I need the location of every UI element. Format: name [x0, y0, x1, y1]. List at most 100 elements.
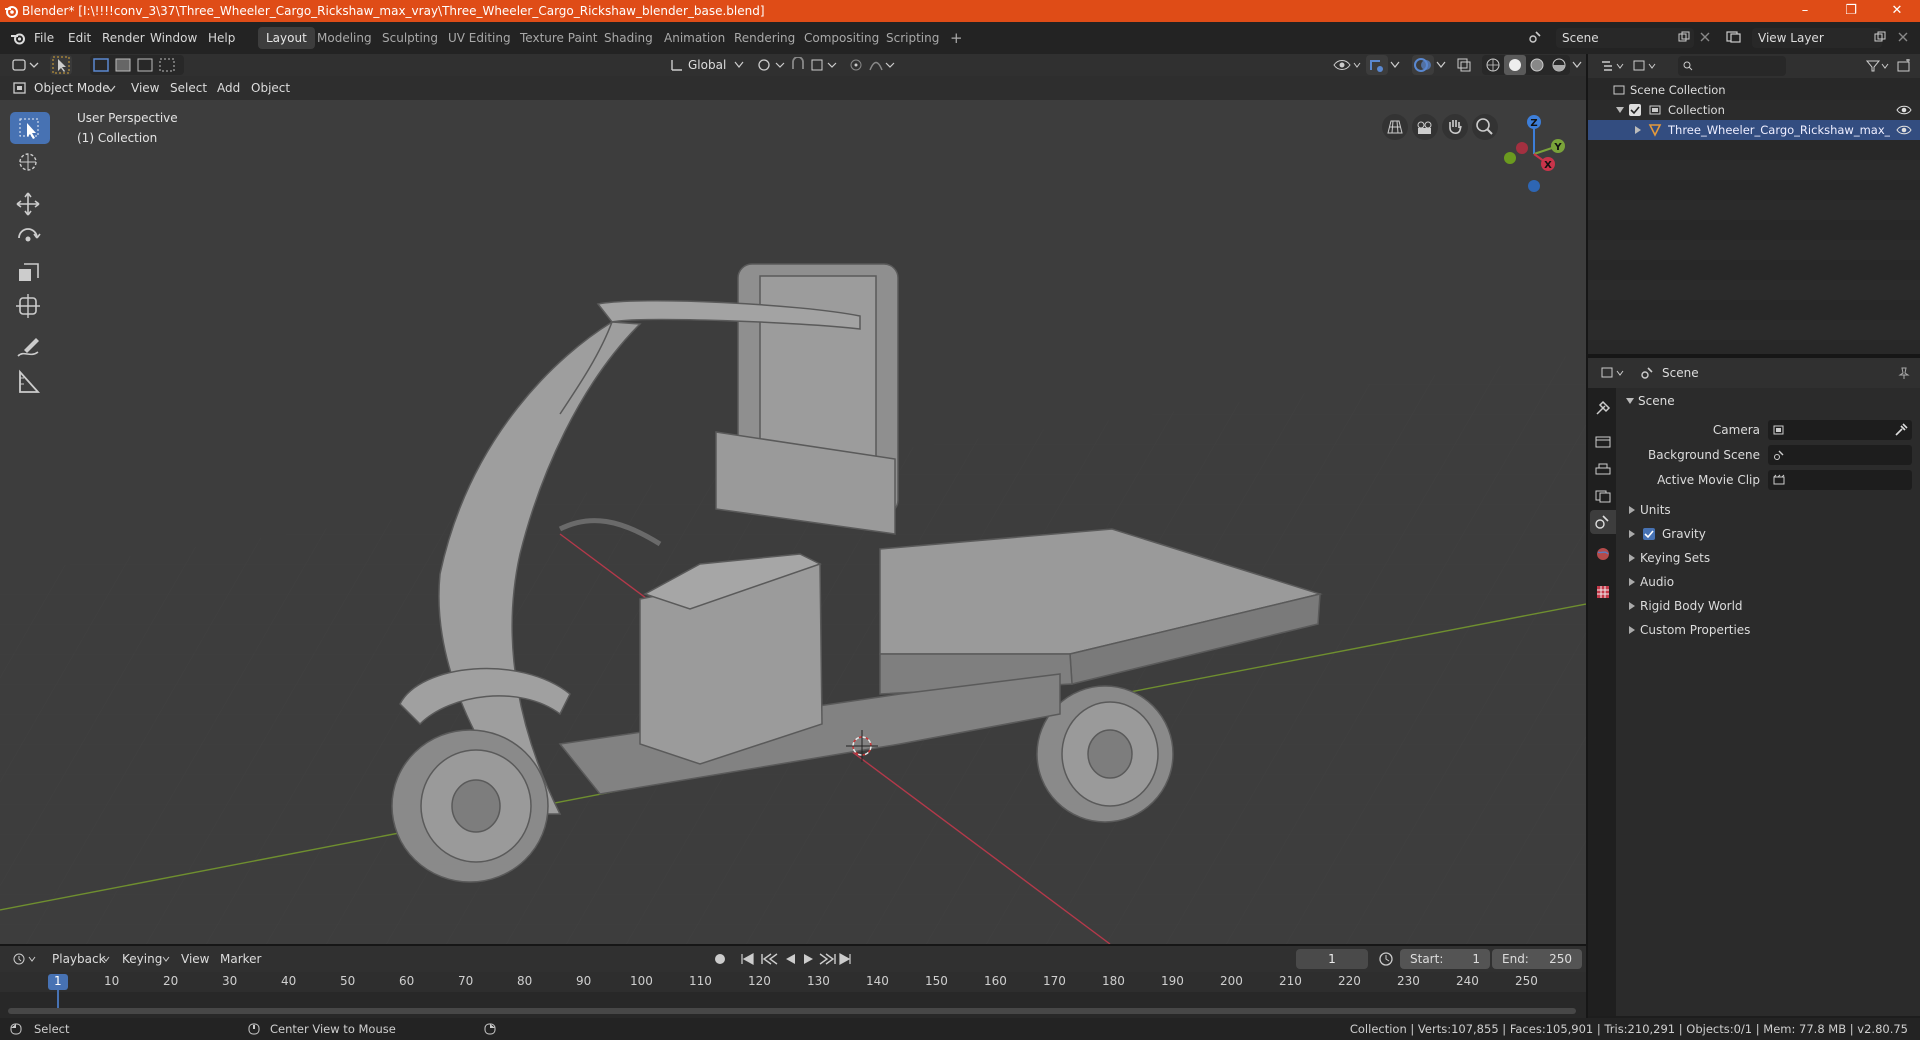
maximize-button[interactable]: ❐: [1828, 0, 1874, 22]
eyedropper-icon[interactable]: [1894, 423, 1908, 437]
filter-icon[interactable]: [1866, 59, 1890, 73]
proportional-editing-icon[interactable]: [848, 57, 898, 73]
gizmo-neg-x-axis[interactable]: [1516, 142, 1528, 154]
move-tool[interactable]: [10, 188, 50, 220]
add-workspace-button[interactable]: +: [942, 27, 971, 49]
menu-help[interactable]: Help: [208, 22, 235, 54]
outliner-row-object[interactable]: Three_Wheeler_Cargo_Rickshaw_max_conv: [1588, 120, 1920, 140]
3d-viewport[interactable]: Global Object Mode View Select Add Objec…: [0, 54, 1586, 944]
tab-layout[interactable]: Layout: [258, 27, 315, 49]
menu-window[interactable]: Window: [150, 22, 197, 54]
chevron-down-icon[interactable]: [1572, 61, 1582, 69]
pin-icon[interactable]: [1898, 367, 1910, 379]
scene-tab[interactable]: [1590, 510, 1616, 534]
tab-modeling[interactable]: Modeling: [309, 27, 380, 49]
tab-shading[interactable]: Shading: [596, 27, 661, 49]
zoom-view-button[interactable]: [1472, 114, 1498, 140]
eye-icon[interactable]: [1896, 104, 1912, 116]
copy-scene-icon[interactable]: [1678, 31, 1690, 43]
viewport-menu-select[interactable]: Select: [170, 78, 207, 98]
eye-icon[interactable]: [1896, 124, 1912, 136]
tab-animation[interactable]: Animation: [656, 27, 733, 49]
timeline-menu-marker[interactable]: Marker: [220, 949, 261, 969]
pan-view-button[interactable]: [1442, 114, 1468, 140]
cursor-tool[interactable]: [10, 146, 50, 178]
gizmo-neg-y-axis[interactable]: [1504, 152, 1516, 164]
tab-scripting[interactable]: Scripting: [878, 27, 947, 49]
custom-properties-panel[interactable]: Custom Properties: [1628, 619, 1918, 641]
editor-type-icon[interactable]: [12, 58, 40, 72]
viewport-menu-add[interactable]: Add: [217, 78, 240, 98]
active-movie-clip-field[interactable]: [1768, 470, 1912, 490]
mode-dropdown[interactable]: Object Mode: [34, 78, 110, 98]
prev-keyframe-icon[interactable]: [761, 953, 778, 965]
start-frame-field[interactable]: Start: 1: [1400, 949, 1490, 969]
gizmo-toggle-button[interactable]: [1366, 55, 1388, 75]
camera-field[interactable]: [1768, 420, 1912, 440]
viewport-menu-view[interactable]: View: [131, 78, 159, 98]
checkbox-icon[interactable]: [1628, 103, 1642, 117]
timeline-menu-playback[interactable]: Playback: [52, 949, 106, 969]
new-collection-icon[interactable]: [1896, 59, 1912, 73]
playback-controls[interactable]: [712, 951, 852, 967]
selection-mode-group[interactable]: [90, 55, 184, 75]
timeline-scrollbar[interactable]: [8, 1008, 1576, 1014]
outliner-editor-icon[interactable]: [1600, 59, 1626, 73]
minimize-button[interactable]: –: [1782, 0, 1828, 22]
display-mode-icon[interactable]: [1632, 59, 1658, 73]
world-tab-icon[interactable]: [1594, 546, 1612, 562]
outliner-row-scene[interactable]: Scene Collection: [1588, 80, 1920, 100]
pivot-point-icon[interactable]: [756, 57, 786, 73]
transform-orientation-dropdown[interactable]: Global: [688, 55, 726, 75]
tab-uv-editing[interactable]: UV Editing: [440, 27, 519, 49]
keying-sets-panel[interactable]: Keying Sets: [1628, 547, 1918, 569]
rigid-body-world-panel[interactable]: Rigid Body World: [1628, 595, 1918, 617]
background-scene-field[interactable]: [1768, 445, 1912, 465]
timeline-menu-keying[interactable]: Keying: [122, 949, 162, 969]
toggle-ortho-button[interactable]: [1382, 114, 1408, 140]
rotate-tool[interactable]: [10, 222, 50, 254]
next-keyframe-icon[interactable]: [819, 953, 836, 965]
expand-arrow-icon[interactable]: [1634, 126, 1642, 134]
timeline-editor-icon[interactable]: [12, 952, 38, 966]
render-tab-icon[interactable]: [1594, 434, 1612, 450]
outliner-search-input[interactable]: [1678, 56, 1786, 76]
annotate-tool[interactable]: [10, 332, 50, 364]
tab-sculpting[interactable]: Sculpting: [374, 27, 446, 49]
current-frame-field[interactable]: 1: [1296, 949, 1368, 969]
tab-rendering[interactable]: Rendering: [726, 27, 803, 49]
outliner-panel[interactable]: Scene Collection Collection Three_Wheele…: [1588, 54, 1920, 354]
view-layer-tab-icon[interactable]: [1594, 488, 1612, 504]
snap-icon[interactable]: [790, 57, 840, 73]
chevron-down-icon[interactable]: [1436, 61, 1446, 69]
area-divider[interactable]: [1588, 354, 1920, 358]
close-button[interactable]: ✕: [1874, 0, 1920, 22]
menu-render[interactable]: Render: [102, 22, 145, 54]
tab-texture-paint[interactable]: Texture Paint: [512, 27, 605, 49]
area-divider[interactable]: [0, 944, 1586, 946]
menu-file[interactable]: File: [34, 22, 54, 54]
texture-tab-icon[interactable]: [1594, 584, 1612, 600]
expand-arrow-icon[interactable]: [1616, 106, 1624, 114]
area-divider[interactable]: [1586, 54, 1588, 1018]
gizmo-neg-z-axis[interactable]: [1528, 180, 1540, 192]
preview-range-clock-icon[interactable]: [1378, 951, 1394, 967]
shading-mode-group[interactable]: [1482, 55, 1570, 75]
gravity-panel[interactable]: Gravity: [1628, 523, 1918, 545]
xray-icon[interactable]: [1456, 57, 1472, 73]
output-tab-icon[interactable]: [1594, 462, 1612, 478]
tab-compositing[interactable]: Compositing: [796, 27, 887, 49]
audio-panel[interactable]: Audio: [1628, 571, 1918, 593]
properties-editor-icon[interactable]: [1600, 366, 1626, 380]
remove-scene-icon[interactable]: [1700, 32, 1710, 42]
end-frame-field[interactable]: End: 250: [1492, 949, 1582, 969]
select-box-tool[interactable]: [10, 112, 50, 144]
overlays-toggle-button[interactable]: [1412, 55, 1434, 75]
select-tool-mode-button[interactable]: [50, 55, 72, 75]
timeline-menu-view[interactable]: View: [181, 949, 209, 969]
tool-settings-tab-icon[interactable]: [1594, 400, 1612, 416]
copy-view-layer-icon[interactable]: [1874, 31, 1886, 43]
chevron-down-icon[interactable]: [1390, 61, 1400, 69]
blender-menu-icon[interactable]: [10, 31, 26, 45]
jump-end-icon[interactable]: [839, 952, 851, 966]
